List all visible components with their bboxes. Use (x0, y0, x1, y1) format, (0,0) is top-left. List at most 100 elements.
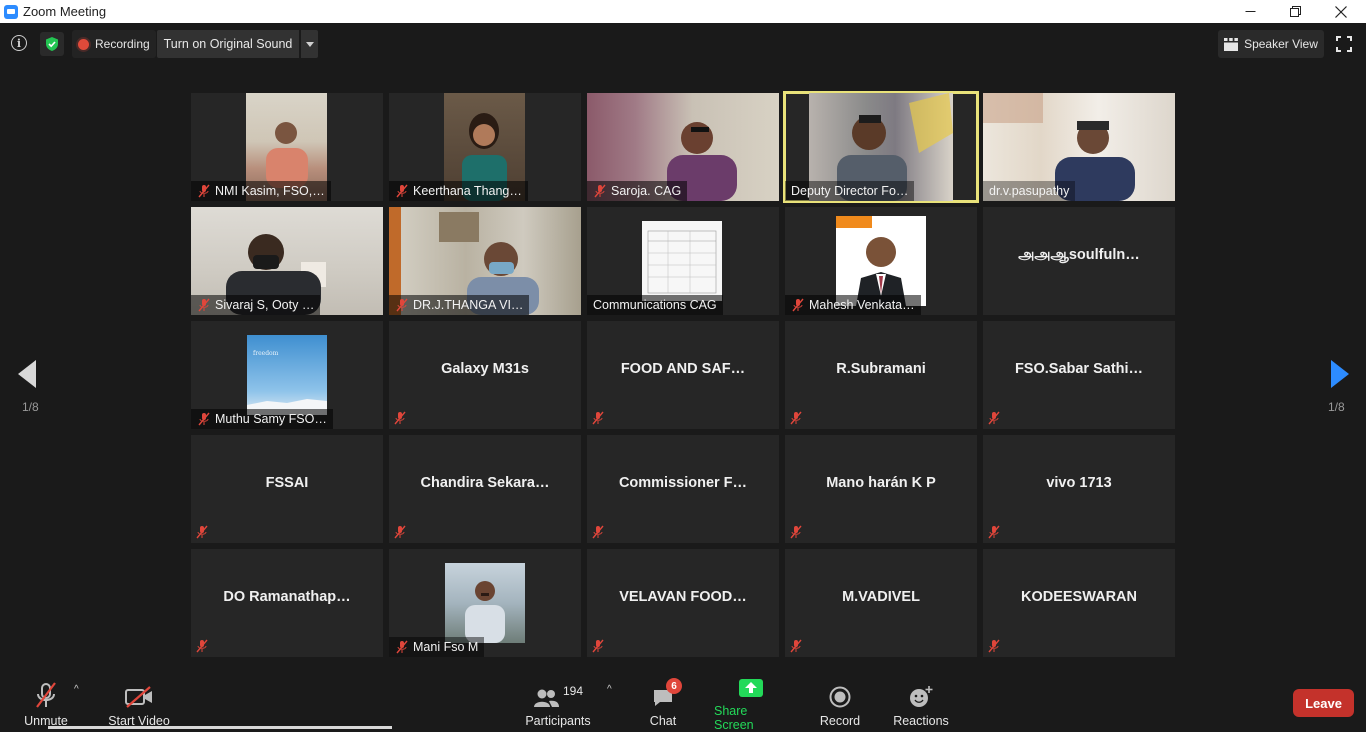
restore-icon[interactable] (1272, 0, 1318, 23)
participant-tile[interactable]: FSSAI (191, 435, 383, 543)
participants-icon (533, 689, 559, 707)
chat-label: Chat (649, 714, 677, 728)
muted-mic-icon (198, 184, 210, 198)
participant-namebar: Communications CAG (587, 295, 723, 315)
chevron-down-icon (305, 41, 314, 47)
minimize-icon[interactable] (1227, 0, 1273, 23)
participant-tile[interactable]: Commissioner F… (587, 435, 779, 543)
participant-namebar: NMI Kasim, FSO,… (191, 181, 331, 201)
next-page-icon[interactable] (1329, 360, 1349, 388)
participant-video: freedom (247, 335, 327, 415)
record-button[interactable]: Record (816, 672, 864, 729)
muted-mic-icon (394, 525, 406, 539)
muted-mic-icon (594, 184, 606, 198)
record-icon (829, 686, 851, 708)
audio-options-caret-icon[interactable]: ^ (74, 684, 79, 695)
muted-microphone-icon (36, 682, 56, 708)
original-sound-button[interactable]: Turn on Original Sound (157, 30, 299, 58)
participant-tile[interactable]: Mano harán K P (785, 435, 977, 543)
reactions-label: Reactions (893, 714, 949, 728)
participant-tile[interactable]: freedom Muthu Samy FSO… (191, 321, 383, 429)
chat-unread-badge: 6 (666, 678, 682, 694)
participant-tile[interactable]: NMI Kasim, FSO,… (191, 93, 383, 201)
participant-tile[interactable]: Mani Fso M (389, 549, 581, 657)
record-label: Record (819, 714, 861, 728)
participant-tile[interactable]: Mahesh Venkata… (785, 207, 977, 315)
muted-mic-icon (592, 525, 604, 539)
participant-namebar: Deputy Director Fo… (785, 181, 915, 201)
fullscreen-icon[interactable] (1336, 36, 1352, 52)
participants-button[interactable]: 194 Participants (524, 672, 592, 729)
muted-mic-icon (792, 298, 804, 312)
participant-tile[interactable]: Galaxy M31s (389, 321, 581, 429)
participant-tile[interactable]: Chandira Sekara… (389, 435, 581, 543)
page-indicator-right: 1/8 (1328, 400, 1345, 414)
participant-tile[interactable]: dr.v.pasupathy (983, 93, 1175, 201)
participant-tile[interactable]: vivo 1713 (983, 435, 1175, 543)
participant-tile[interactable]: Keerthana Thang… (389, 93, 581, 201)
participant-tile[interactable]: அஅஆsoulfuln… (983, 207, 1175, 315)
participant-tile[interactable]: M.VADIVEL (785, 549, 977, 657)
participant-tile[interactable]: FSO.Sabar Sathi… (983, 321, 1175, 429)
participant-namebar: dr.v.pasupathy (983, 181, 1076, 201)
participant-tile[interactable]: R.Subramani (785, 321, 977, 429)
muted-mic-icon (988, 525, 1000, 539)
participant-name: Mano harán K P (826, 475, 936, 491)
participant-name: KODEESWARAN (1020, 589, 1137, 605)
participant-video (642, 221, 722, 301)
recording-indicator[interactable]: Recording (72, 30, 156, 58)
participants-options-caret-icon[interactable]: ^ (607, 684, 612, 695)
speaker-view-label: Speaker View (1244, 37, 1318, 51)
participant-tile[interactable]: Sivaraj S, Ooty … (191, 207, 383, 315)
video-off-icon (125, 686, 152, 708)
window-title: Zoom Meeting (23, 4, 107, 19)
participant-name: Chandira Sekara… (420, 475, 550, 491)
record-dot-icon (78, 38, 89, 50)
muted-mic-icon (790, 639, 802, 653)
participant-name: Muthu Samy FSO… (215, 412, 327, 426)
muted-mic-icon (196, 639, 208, 653)
page-indicator-left: 1/8 (22, 400, 39, 414)
share-screen-button[interactable]: Share Screen (714, 672, 788, 732)
participant-namebar: Mahesh Venkata… (785, 295, 921, 315)
share-screen-label: Share Screen (714, 704, 754, 732)
participant-name: Saroja. CAG (611, 184, 682, 198)
original-sound-dropdown[interactable] (300, 30, 318, 58)
leave-button[interactable]: Leave (1293, 689, 1354, 717)
info-icon[interactable]: i (11, 35, 27, 51)
muted-mic-icon (396, 640, 408, 654)
start-video-button[interactable]: Start Video (105, 672, 173, 729)
participant-tile[interactable]: Saroja. CAG (587, 93, 779, 201)
participant-name: Mani Fso M (413, 640, 479, 654)
participant-tile[interactable]: Communications CAG (587, 207, 779, 315)
muted-mic-icon (988, 411, 1000, 425)
participant-tile-active-speaker[interactable]: Deputy Director Fo… (783, 91, 979, 203)
participant-name: NMI Kasim, FSO,… (215, 184, 325, 198)
participant-tile[interactable]: VELAVAN FOOD… (587, 549, 779, 657)
participant-tile[interactable]: FOOD AND SAF… (587, 321, 779, 429)
close-icon[interactable] (1318, 0, 1364, 23)
reactions-button[interactable]: Reactions (891, 672, 951, 729)
muted-mic-icon (396, 184, 408, 198)
previous-page-icon[interactable] (18, 360, 38, 388)
participant-name: vivo 1713 (1046, 475, 1112, 491)
participant-tile[interactable]: KODEESWARAN (983, 549, 1175, 657)
participants-count: 194 (562, 684, 584, 698)
muted-mic-icon (592, 411, 604, 425)
participant-name: R.Subramani (836, 361, 926, 377)
speaker-view-button[interactable]: Speaker View (1218, 30, 1324, 58)
participant-namebar: Saroja. CAG (587, 181, 688, 201)
reactions-icon (910, 686, 933, 707)
participant-name: M.VADIVEL (842, 589, 920, 605)
participant-name: Mahesh Venkata… (809, 298, 915, 312)
participant-tile[interactable]: DR.J.THANGA VI… (389, 207, 581, 315)
shield-icon[interactable] (40, 32, 64, 56)
participant-name: Communications CAG (593, 298, 717, 312)
participant-tile[interactable]: DO Ramanathap… (191, 549, 383, 657)
participant-name: dr.v.pasupathy (989, 184, 1070, 198)
participant-video (836, 216, 926, 306)
meeting-topbar: i Recording Turn on Original Sound Speak… (0, 23, 1366, 65)
muted-mic-icon (396, 298, 408, 312)
unmute-button[interactable]: Unmute (18, 672, 74, 729)
muted-mic-icon (790, 411, 802, 425)
